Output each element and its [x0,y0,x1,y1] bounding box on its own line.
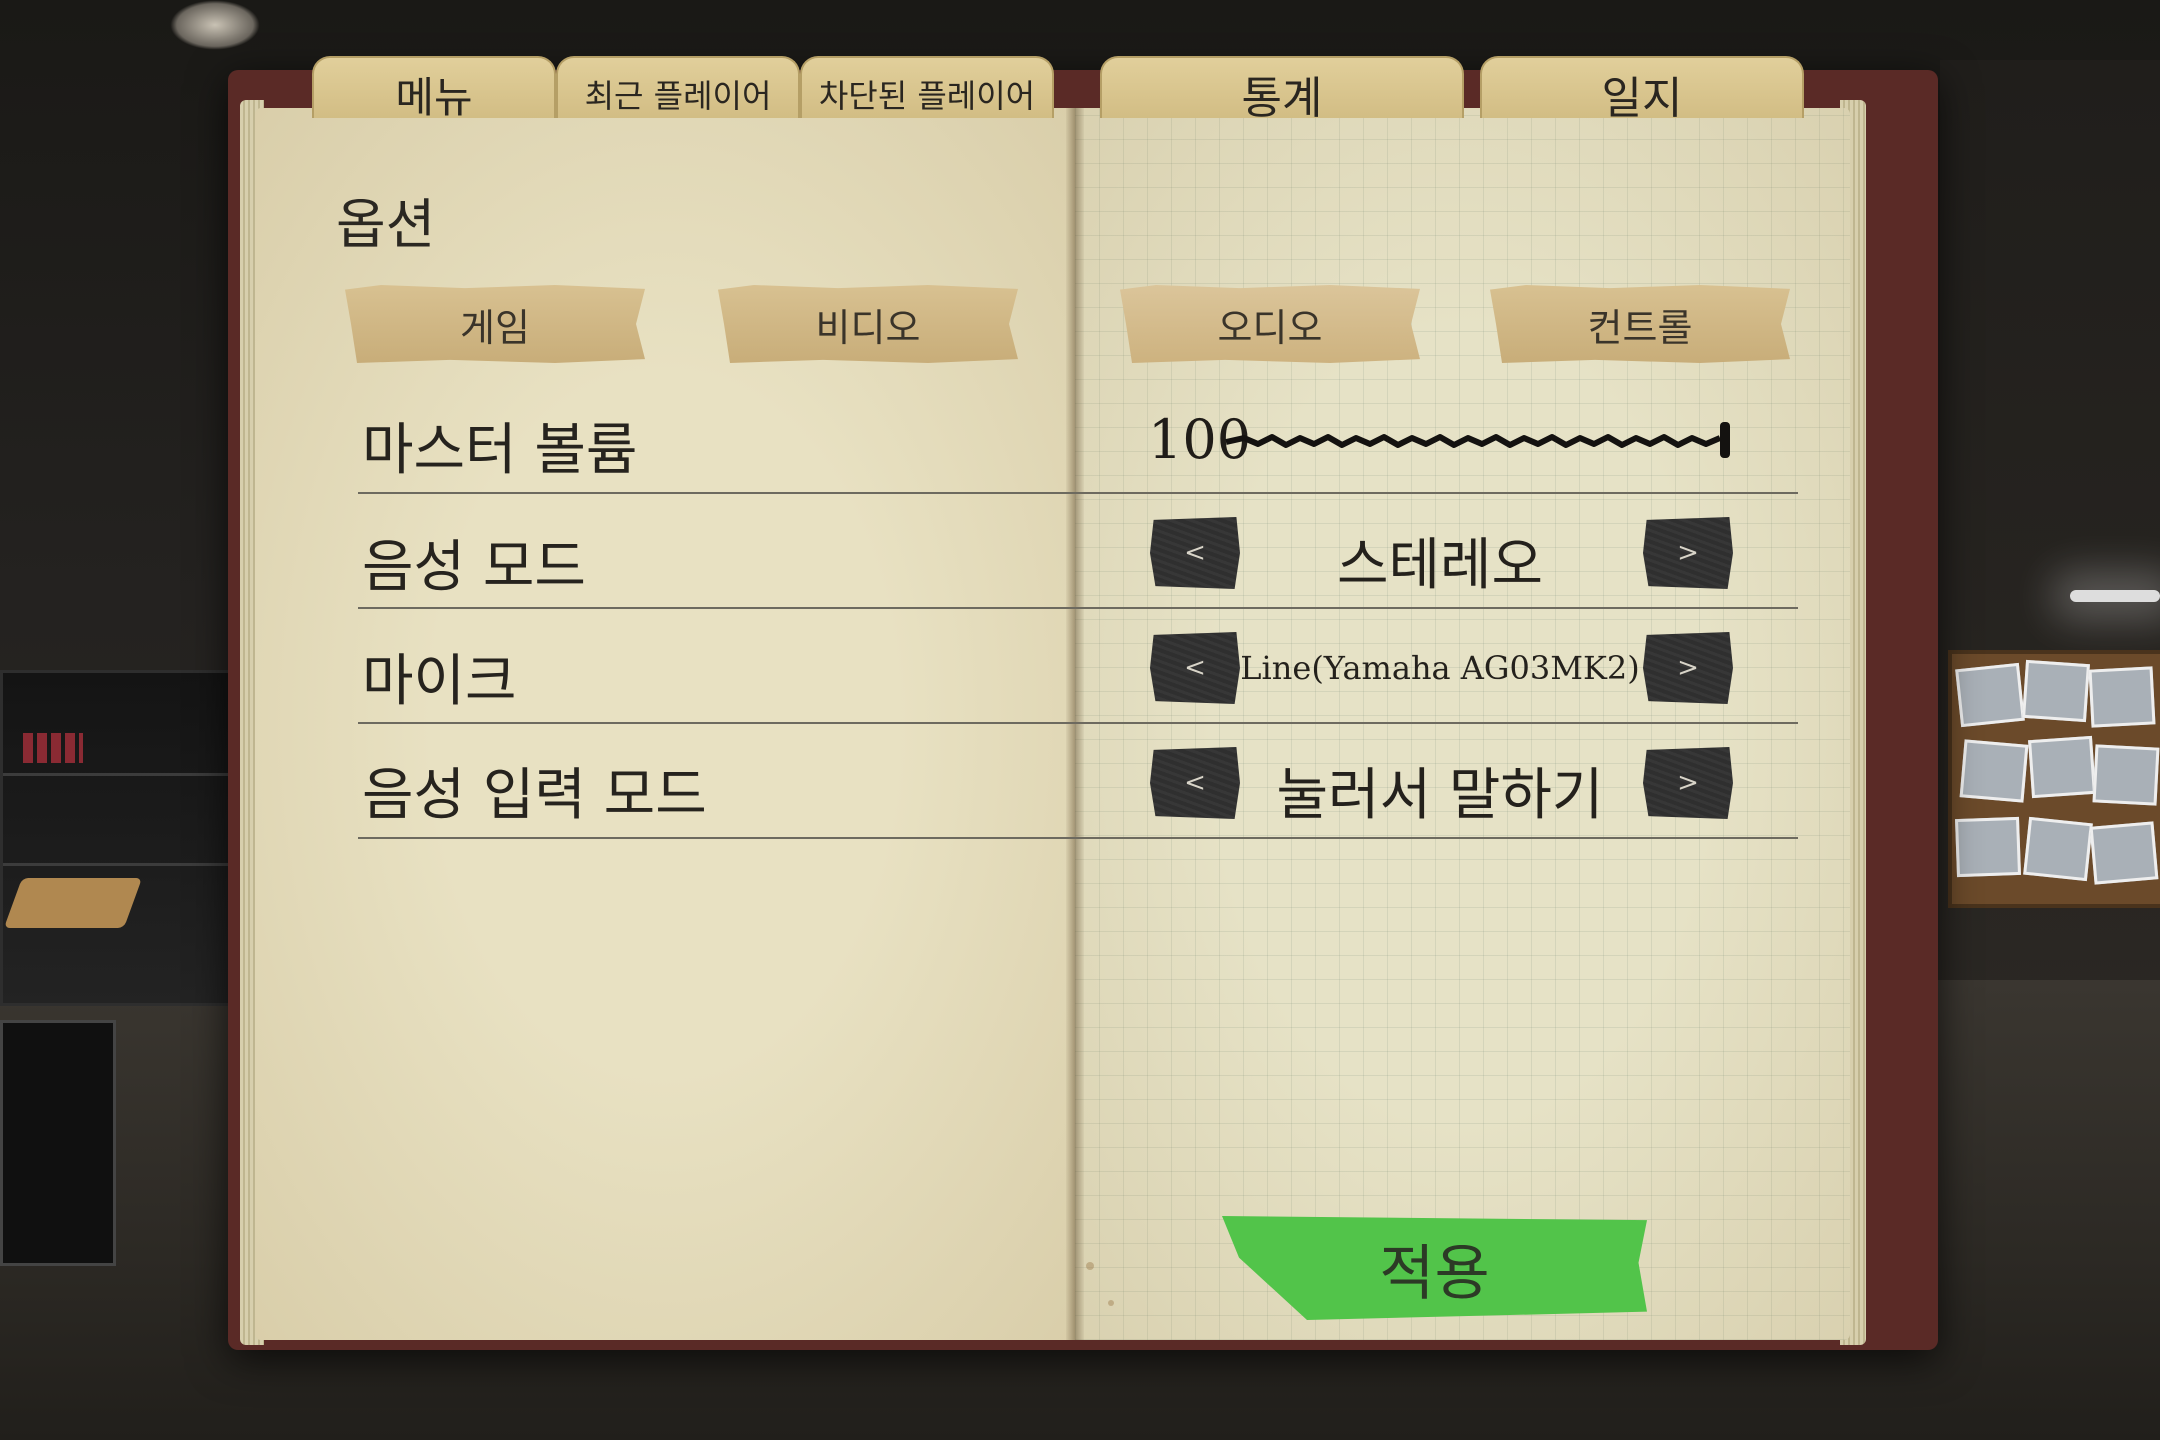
page-stain [1086,1262,1094,1270]
voice-input-mode-value: 눌러서 말하기 [1276,763,1604,828]
master-volume-label: 마스터 볼륨 [362,418,638,483]
volume-slider-handle [1720,422,1730,458]
apply-button-label: 적용 [1379,1238,1490,1309]
subtab-controls-label: 컨트롤 [1587,305,1693,350]
microphone-label: 마이크 [362,649,517,714]
tab-journal-label: 일지 [1601,73,1683,124]
tab-stats[interactable]: 통계 [1100,56,1464,124]
subtab-controls[interactable]: 컨트롤 [1490,285,1790,363]
ceiling-lamp [170,0,260,50]
display-shelf [0,670,241,1006]
voice-mode-prev-button[interactable]: < [1150,517,1240,589]
row-divider [358,837,1798,839]
master-volume-slider[interactable] [1224,420,1734,460]
voice-input-mode-label: 음성 입력 모드 [362,763,707,828]
subtab-game-label: 게임 [460,305,530,350]
tab-recent-players[interactable]: 최근 플레이어 [556,56,800,118]
microphone-value: Line(Yamaha AG03MK2) [1240,649,1640,687]
tab-recent-players-label: 최근 플레이어 [584,77,772,115]
subtab-audio-label: 오디오 [1217,305,1323,350]
book-spine [1066,108,1084,1340]
microphone-prev-button[interactable]: < [1150,632,1240,704]
page-title: 옵션 [336,193,436,256]
tab-menu-label: 메뉴 [395,72,473,122]
arrow-right-icon: > [1677,768,1699,798]
tab-journal[interactable]: 일지 [1480,56,1804,124]
wall-lamp [2070,590,2160,602]
row-divider [358,607,1798,609]
arrow-right-icon: > [1677,538,1699,568]
display-counter [0,1020,116,1266]
arrow-right-icon: > [1677,653,1699,683]
voice-mode-label: 음성 모드 [362,535,586,600]
subtab-video[interactable]: 비디오 [718,285,1018,363]
voice-input-mode-next-button[interactable]: > [1643,747,1733,819]
photo-board [1948,650,2160,908]
tab-menu[interactable]: 메뉴 [312,56,556,122]
row-divider [358,492,1798,494]
arrow-left-icon: < [1184,538,1206,568]
subtab-game[interactable]: 게임 [345,285,645,363]
subtab-audio[interactable]: 오디오 [1120,285,1420,363]
subtab-video-label: 비디오 [815,305,921,350]
microphone-next-button[interactable]: > [1643,632,1733,704]
arrow-left-icon: < [1184,768,1206,798]
voice-mode-next-button[interactable]: > [1643,517,1733,589]
voice-input-mode-prev-button[interactable]: < [1150,747,1240,819]
page-stain [1108,1300,1114,1306]
tab-stats-label: 통계 [1241,73,1323,124]
tab-blocked-players-label: 차단된 플레이어 [818,77,1036,115]
row-divider [358,722,1798,724]
voice-mode-value: 스테레오 [1336,533,1544,598]
arrow-left-icon: < [1184,653,1206,683]
tab-blocked-players[interactable]: 차단된 플레이어 [800,56,1054,118]
